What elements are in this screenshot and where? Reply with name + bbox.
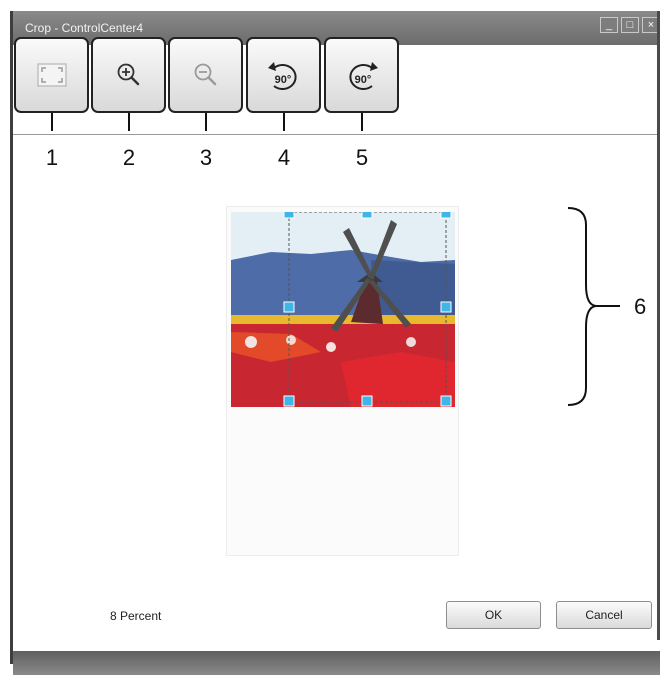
callout-number-2: 2 bbox=[122, 145, 136, 170]
rotate-right-label: 90° bbox=[354, 74, 371, 86]
zoom-in-icon bbox=[117, 63, 139, 86]
window-controls: _ □ × bbox=[600, 17, 660, 33]
callout-number-1: 1 bbox=[45, 145, 59, 170]
maximize-button[interactable]: □ bbox=[621, 17, 639, 33]
fit-to-window-icon bbox=[36, 63, 67, 87]
zoom-percent-text: 8 Percent bbox=[110, 609, 162, 623]
callout-number-3: 3 bbox=[199, 145, 213, 170]
bottom-frame bbox=[13, 651, 660, 675]
ok-button[interactable]: OK bbox=[446, 601, 541, 629]
zoom-out-icon bbox=[194, 63, 216, 86]
callout-line-3 bbox=[205, 113, 207, 131]
rotate-left-button[interactable]: 90° bbox=[246, 37, 321, 113]
zoom-in-button[interactable] bbox=[91, 37, 166, 113]
cancel-button[interactable]: Cancel bbox=[556, 601, 652, 629]
callout-line-2 bbox=[128, 113, 130, 131]
crop-area-bracket: 6 bbox=[567, 207, 646, 406]
fit-to-window-button[interactable] bbox=[14, 37, 89, 113]
callout-number-4: 4 bbox=[277, 145, 291, 170]
minimize-button[interactable]: _ bbox=[600, 17, 618, 33]
callout-line-5 bbox=[361, 113, 363, 131]
window-title: Crop - ControlCenter4 bbox=[25, 21, 144, 35]
rotate-left-icon: 90° bbox=[267, 62, 297, 90]
rotate-right-icon: 90° bbox=[348, 62, 378, 90]
rotate-left-label: 90° bbox=[274, 74, 291, 86]
callout-number-5: 5 bbox=[355, 145, 369, 170]
zoom-out-button[interactable] bbox=[168, 37, 243, 113]
scanned-photo bbox=[231, 212, 455, 407]
callout-number-6: 6 bbox=[634, 294, 646, 319]
callout-line-1 bbox=[51, 113, 53, 131]
rotate-right-button[interactable]: 90° bbox=[324, 37, 399, 113]
callout-line-4 bbox=[283, 113, 285, 131]
